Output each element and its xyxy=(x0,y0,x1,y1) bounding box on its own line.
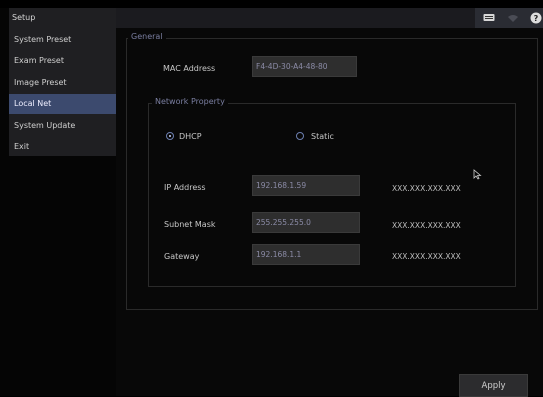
toolbar-icons: ? xyxy=(475,8,543,28)
gateway-input[interactable]: 192.168.1.1 xyxy=(252,244,360,265)
sidebar-item-system-preset[interactable]: System Preset xyxy=(9,30,116,50)
ip-address-label: IP Address xyxy=(164,183,206,192)
network-icon[interactable] xyxy=(507,14,519,25)
static-radio[interactable] xyxy=(296,132,304,140)
subnet-mask-label: Subnet Mask xyxy=(164,220,216,229)
sidebar-item-system-update[interactable]: System Update xyxy=(9,116,116,136)
setup-screen: Setup System Preset Exam Preset Image Pr… xyxy=(0,8,543,397)
sidebar-item-exam-preset[interactable]: Exam Preset xyxy=(9,51,116,71)
top-bar: ? xyxy=(116,8,543,28)
ip-address-input[interactable]: 192.168.1.59 xyxy=(252,175,360,196)
subnet-mask-hint: XXX.XXX.XXX.XXX xyxy=(392,221,461,230)
dhcp-radio[interactable] xyxy=(166,132,174,140)
sidebar-item-exit[interactable]: Exit xyxy=(9,137,116,157)
main-panel: General MAC Address F4-4D-30-A4-48-80 Ne… xyxy=(116,28,543,396)
keyboard-icon[interactable] xyxy=(483,13,495,24)
svg-text:?: ? xyxy=(534,14,539,23)
mouse-cursor-icon xyxy=(473,169,482,182)
subnet-mask-input[interactable]: 255.255.255.0 xyxy=(252,212,360,233)
network-property-legend: Network Property xyxy=(152,97,228,106)
gateway-hint: XXX.XXX.XXX.XXX xyxy=(392,252,461,261)
gateway-label: Gateway xyxy=(164,252,200,261)
mac-address-label: MAC Address xyxy=(163,64,216,73)
sidebar-title: Setup xyxy=(12,13,36,22)
sidebar-item-image-preset[interactable]: Image Preset xyxy=(9,73,116,93)
mac-address-field: F4-4D-30-A4-48-80 xyxy=(252,56,357,77)
help-icon[interactable]: ? xyxy=(530,12,542,26)
radio-selected-dot xyxy=(169,135,171,137)
static-label[interactable]: Static xyxy=(311,132,334,141)
apply-button[interactable]: Apply xyxy=(459,374,528,397)
dhcp-label[interactable]: DHCP xyxy=(179,132,202,141)
ip-address-hint: XXX.XXX.XXX.XXX xyxy=(392,184,461,193)
sidebar-item-local-net[interactable]: Local Net xyxy=(9,94,116,114)
sidebar: Setup System Preset Exam Preset Image Pr… xyxy=(9,8,116,156)
general-legend: General xyxy=(128,32,166,41)
